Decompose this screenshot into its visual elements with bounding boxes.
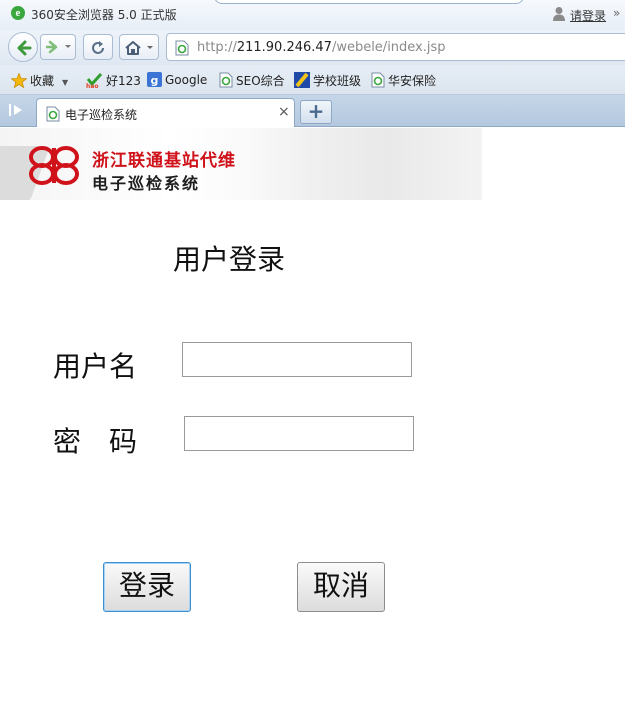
page-icon [219,72,233,88]
page-icon [175,40,189,56]
favorite-school-class[interactable]: 学校班级 [294,72,361,89]
home-button[interactable] [119,34,159,60]
svg-text:g: g [151,74,159,87]
back-arrow-icon [17,40,32,56]
favorites-bar: 收藏 ▼ hao 好123 g Google SEO综合 学校班级 华安保险 [0,65,625,95]
navigation-bar: http://211.90.246.47/webele/index.jsp [0,30,625,65]
page-icon [46,106,60,122]
favorites-menu[interactable]: 收藏 ▼ [11,72,68,89]
sidebar-toggle-icon[interactable] [8,102,26,118]
tab-title: 电子巡检系统 [65,108,138,122]
login-button[interactable]: 登录 [103,562,191,612]
cancel-button[interactable]: 取消 [297,562,385,612]
home-icon [125,41,153,55]
new-tab-button[interactable]: + [300,100,332,124]
favorite-google[interactable]: g Google [147,72,207,87]
china-unicom-logo-icon [29,146,79,185]
user-icon[interactable] [552,6,566,21]
forward-arrow-icon [46,40,71,54]
svg-text:hao: hao [86,83,98,88]
star-icon [11,73,27,88]
back-button[interactable] [8,32,38,62]
sign-in-link[interactable]: 请登录 [570,7,606,24]
favorite-hao123[interactable]: hao 好123 [86,72,141,89]
more-menu-icon[interactable]: » [613,6,620,20]
school-icon [294,72,310,88]
tab-bar: 电子巡检系统 × + [0,95,625,127]
favorite-seo[interactable]: SEO综合 [219,72,285,89]
page-title: 用户登录 [173,243,286,276]
username-label: 用户名 [53,350,138,383]
page-icon [371,72,385,88]
tab-active[interactable]: 电子巡检系统 × [36,98,295,127]
address-bar[interactable]: http://211.90.246.47/webele/index.jsp [166,33,625,61]
site-banner: 浙江联通基站代维 电子巡检系统 [0,128,482,200]
banner-subtitle: 电子巡检系统 [92,174,201,193]
password-input[interactable] [184,416,414,451]
refresh-icon [92,41,104,54]
browser-logo-icon: e [11,6,25,20]
refresh-button[interactable] [83,34,113,60]
title-bar: e 360安全浏览器 5.0 正式版 请登录 » [0,0,625,30]
title-bar-decoration [214,0,524,4]
banner-decoration [250,128,482,200]
chevron-down-icon: ▼ [62,78,69,87]
forward-button[interactable] [40,34,76,60]
hao123-icon: hao [86,73,103,88]
close-icon[interactable]: × [278,104,290,120]
google-icon: g [147,72,162,87]
username-input[interactable] [182,342,412,377]
banner-title: 浙江联通基站代维 [92,151,236,171]
url-text[interactable]: http://211.90.246.47/webele/index.jsp [197,40,446,55]
window-title: 360安全浏览器 5.0 正式版 [31,8,177,22]
password-label: 密 码 [53,425,138,458]
favorite-huaan-insurance[interactable]: 华安保险 [371,72,436,89]
